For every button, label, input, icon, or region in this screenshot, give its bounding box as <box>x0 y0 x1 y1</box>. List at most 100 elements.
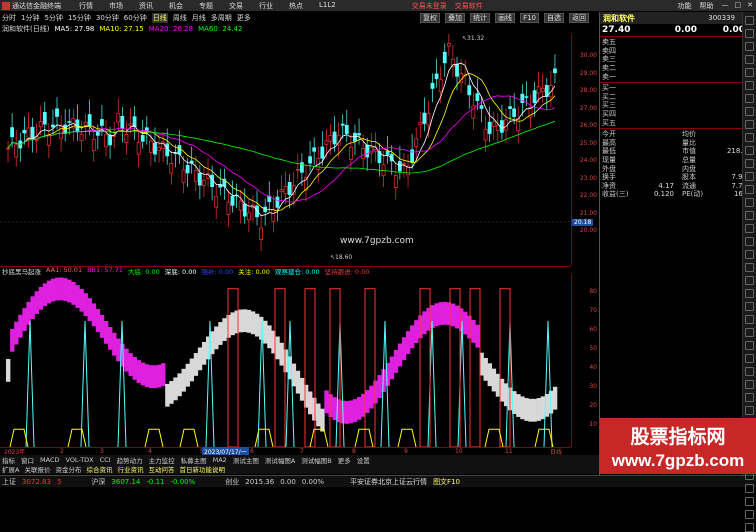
toolbar-button[interactable]: 返回 <box>569 13 589 23</box>
extension-tab[interactable]: 关联报价 <box>24 464 50 474</box>
tool-icon[interactable] <box>745 185 754 194</box>
indicator-band <box>500 379 504 402</box>
tool-icon[interactable] <box>745 341 754 350</box>
tool-icon[interactable] <box>745 484 754 493</box>
toolbar-button[interactable]: 自选 <box>544 13 564 23</box>
tool-icon[interactable] <box>745 289 754 298</box>
indicator-tab[interactable]: CCI <box>100 456 111 464</box>
status-f10[interactable]: 图文F10 <box>433 477 460 487</box>
tool-icon[interactable] <box>745 16 754 25</box>
status-news[interactable]: 平安证券北京上证云行情 <box>350 477 427 487</box>
tool-icon[interactable] <box>745 380 754 389</box>
tool-icon[interactable] <box>745 237 754 246</box>
menu-function[interactable]: 功能 <box>678 1 692 11</box>
tool-icon[interactable] <box>745 250 754 259</box>
indicator-tab[interactable]: MACD <box>40 456 59 464</box>
toolbar-button[interactable]: F10 <box>520 13 539 23</box>
tool-icon[interactable] <box>745 55 754 64</box>
menu-help[interactable]: 帮助 <box>700 1 714 11</box>
toolbar-button[interactable]: 叠加 <box>445 13 465 23</box>
tool-icon[interactable] <box>745 510 754 519</box>
indicator-band <box>320 409 324 432</box>
indicator-tab[interactable]: VOL-TDX <box>65 456 93 464</box>
indicator-tab[interactable]: 更多 <box>338 455 351 465</box>
indicator-tab[interactable]: 指标 <box>2 455 15 465</box>
indicator-chart[interactable] <box>0 274 571 447</box>
timeframe-tab[interactable]: 月线 <box>192 13 206 23</box>
timeframe-tab[interactable]: 15分钟 <box>68 13 91 23</box>
tool-icon[interactable] <box>745 367 754 376</box>
menu-item[interactable]: 机会 <box>169 1 183 11</box>
timeframe-tab[interactable]: 30分钟 <box>96 13 119 23</box>
tool-icon[interactable] <box>745 120 754 129</box>
menu-item[interactable]: 交易 <box>229 1 243 11</box>
timeframe-tab[interactable]: 5分钟 <box>44 13 62 23</box>
tool-icon[interactable] <box>745 393 754 402</box>
menu-item[interactable]: 热点 <box>289 1 303 11</box>
trade-software[interactable]: 交易软件 <box>455 1 483 11</box>
toolbar-button[interactable]: 画线 <box>495 13 515 23</box>
menu-item[interactable]: 专题 <box>199 1 213 11</box>
trade-alert[interactable]: 交易未登录 <box>412 1 447 11</box>
indicator-tab[interactable]: MA2 <box>213 456 227 464</box>
price-chart[interactable]: ↖31.32↖18.60 <box>0 34 571 266</box>
tool-icon[interactable] <box>745 328 754 337</box>
minimize-icon[interactable]: — <box>722 1 729 11</box>
menu-item[interactable]: 市场 <box>109 1 123 11</box>
indicator-tab[interactable]: 测试幅图B <box>301 455 331 465</box>
extension-tab[interactable]: 首日新功能说明 <box>179 464 225 474</box>
close-icon[interactable]: ✕ <box>747 1 753 11</box>
extension-tab[interactable]: 行业资讯 <box>117 464 143 474</box>
tool-icon[interactable] <box>745 29 754 38</box>
tool-icon[interactable] <box>745 302 754 311</box>
extension-tab[interactable]: 资金分布 <box>55 464 81 474</box>
timeframe-tab[interactable]: 周线 <box>173 13 187 23</box>
menu-item[interactable]: L1L2 <box>319 1 336 11</box>
extension-tab[interactable]: 互动问答 <box>148 464 174 474</box>
indicator-tab[interactable]: 私募主图 <box>181 455 207 465</box>
tool-icon[interactable] <box>745 315 754 324</box>
tool-icon[interactable] <box>745 224 754 233</box>
indicator-tab[interactable]: 趋势动力 <box>117 455 143 465</box>
maximize-icon[interactable]: □ <box>735 1 742 11</box>
menu-item[interactable]: 行业 <box>259 1 273 11</box>
timeframe-tab[interactable]: 1分钟 <box>21 13 39 23</box>
tool-icon[interactable] <box>745 198 754 207</box>
tool-icon[interactable] <box>745 81 754 90</box>
tool-icon[interactable] <box>745 497 754 506</box>
indicator-band <box>406 331 410 354</box>
timeframe-tab[interactable]: 多周期 <box>211 13 232 23</box>
extension-tab[interactable]: 扩展A <box>2 464 19 474</box>
tool-icon[interactable] <box>745 263 754 272</box>
candle <box>121 116 124 128</box>
tool-icon[interactable] <box>745 354 754 363</box>
tool-icon[interactable] <box>745 523 754 532</box>
timeframe-tab[interactable]: 60分钟 <box>124 13 147 23</box>
crosshair-price: 20.18 <box>572 219 593 226</box>
timeframe-tab[interactable]: 更多 <box>237 13 251 23</box>
tool-icon[interactable] <box>745 159 754 168</box>
indicator-tab[interactable]: 测试主图 <box>233 455 259 465</box>
extension-tab[interactable]: 综合资讯 <box>86 464 112 474</box>
tool-icon[interactable] <box>745 146 754 155</box>
timeframe-tab[interactable]: 日线 <box>152 13 168 23</box>
menu-item[interactable]: 行情 <box>79 1 93 11</box>
indicator-tab[interactable]: 主力监控 <box>149 455 175 465</box>
indicator-tab[interactable]: 测试幅图A <box>265 455 295 465</box>
tool-icon[interactable] <box>745 406 754 415</box>
indicator-tab[interactable]: 窗口 <box>21 455 34 465</box>
tool-icon[interactable] <box>745 68 754 77</box>
indicator-tab[interactable]: 设置 <box>357 455 370 465</box>
tool-icon[interactable] <box>745 107 754 116</box>
tool-icon[interactable] <box>745 42 754 51</box>
toolbar-button[interactable]: 复权 <box>420 13 440 23</box>
tool-icon[interactable] <box>745 276 754 285</box>
tool-icon[interactable] <box>745 94 754 103</box>
tool-icon[interactable] <box>745 133 754 142</box>
timeframe-tab[interactable]: 分时 <box>2 13 16 23</box>
indicator-band <box>39 287 43 310</box>
tool-icon[interactable] <box>745 211 754 220</box>
toolbar-button[interactable]: 统计 <box>470 13 490 23</box>
menu-item[interactable]: 资讯 <box>139 1 153 11</box>
tool-icon[interactable] <box>745 172 754 181</box>
